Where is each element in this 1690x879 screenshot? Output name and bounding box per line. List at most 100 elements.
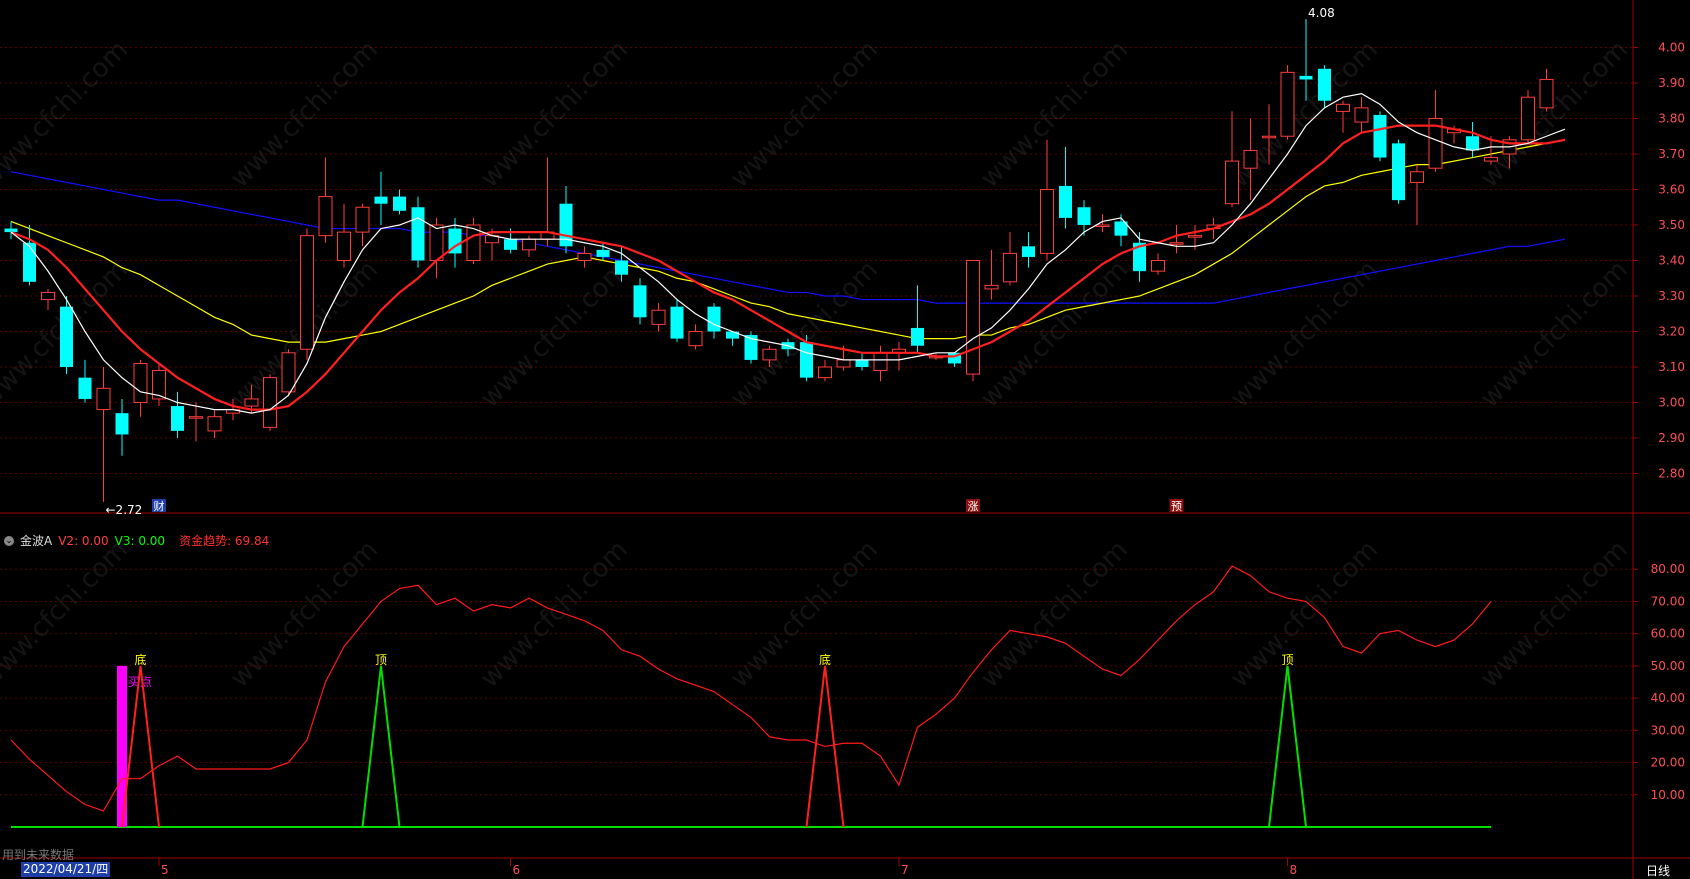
candle-body-up [1003, 252, 1017, 283]
candle-body-up [1354, 107, 1369, 123]
candle-body-up [429, 224, 444, 261]
candle-body-up [873, 352, 888, 372]
signal-label: 顶 [1281, 653, 1293, 667]
candle-body-up [337, 231, 351, 262]
indicator-v3: V3: 0.00 [114, 533, 166, 548]
future-data-note: 用到未来数据 [2, 848, 75, 862]
candle-body-down [633, 285, 647, 318]
candle-body-up [41, 291, 55, 301]
cursor-date: 2022/04/21/四 [21, 862, 111, 877]
candle-body-down [23, 242, 36, 282]
candle-body-up [836, 359, 851, 368]
price-tick-label: 3.70 [1658, 147, 1685, 161]
indicator-tick-label: 30.00 [1651, 723, 1685, 737]
candle-body-up [966, 260, 980, 375]
x-tick-label: 8 [1290, 863, 1298, 877]
candle-body-up [1225, 160, 1239, 205]
candle-body-down [78, 377, 92, 399]
price-tick-label: 3.10 [1658, 360, 1685, 374]
period-label[interactable]: 日线 [1646, 862, 1670, 879]
indicator-tick-label: 50.00 [1651, 659, 1685, 673]
candle-body-down [60, 306, 73, 367]
candle-body-down [171, 406, 184, 431]
candle-body-up [688, 331, 703, 347]
indicator-name: 金波A [20, 534, 53, 548]
candle-body-up [189, 416, 203, 419]
collapse-icon[interactable]: ⌄ [4, 535, 14, 546]
candle-body-up [1262, 135, 1276, 139]
candle-body-up [1040, 189, 1054, 254]
price-tick-label: 3.50 [1658, 218, 1685, 232]
candle-body-up [1484, 157, 1498, 162]
indicator-tick-label: 60.00 [1651, 627, 1685, 641]
candle-body-up [133, 362, 148, 404]
x-tick-label: 6 [513, 863, 521, 877]
indicator-tick-label: 80.00 [1651, 562, 1685, 576]
candle-body-up [1521, 96, 1535, 141]
candle-body-down [1373, 114, 1387, 158]
indicator-tick-label: 70.00 [1651, 594, 1685, 608]
candle-body-up [522, 238, 536, 251]
candle-body-down [670, 306, 684, 339]
indicator-tick-label: 40.00 [1651, 691, 1685, 705]
price-extreme-label: ←2.72 [106, 503, 143, 517]
candle-body-down [615, 260, 628, 275]
candle-body-up [984, 284, 999, 290]
candle-body-down [393, 196, 406, 211]
candle-body-down [800, 342, 813, 378]
stock-chart[interactable]: 2.80 2.90 3.00 3.10 3.20 3.30 3.40 3.50 3.60 3.70… [0, 0, 1690, 879]
candle-body-up [1243, 149, 1258, 169]
candle-body-up [281, 352, 296, 393]
candle-body-up [1280, 71, 1295, 137]
price-tick-label: 2.90 [1658, 431, 1685, 445]
candle-body-up [1410, 171, 1424, 183]
candle-body-down [726, 331, 739, 339]
candle-body-down [1022, 246, 1035, 257]
candle-body-up [244, 398, 259, 407]
candle-body-up [1151, 260, 1165, 272]
price-tick-label: 3.30 [1658, 289, 1685, 303]
candle-body-up [207, 416, 222, 432]
candle-body-up [355, 206, 370, 233]
candle-body-down [1466, 136, 1479, 151]
candle-body-down [4, 228, 18, 233]
candle-body-down [1299, 75, 1313, 80]
price-tick-label: 4.00 [1658, 41, 1685, 55]
candle-body-down [596, 249, 610, 257]
candle-body-down [115, 413, 129, 435]
candle-body-down [855, 359, 869, 367]
indicator-v2: V2: 0.00 [58, 533, 109, 548]
candle-body-down [411, 207, 425, 261]
price-tick-label: 3.00 [1658, 396, 1685, 410]
indicator-tick-label: 20.00 [1651, 756, 1685, 770]
candle-body-up [818, 366, 832, 379]
candle-body-down [707, 306, 721, 332]
candle-body-down [374, 196, 388, 204]
event-marker: 涨 [968, 500, 979, 513]
signal-label: 顶 [375, 653, 387, 667]
candle-body-up [318, 196, 333, 237]
candle-body-up [1336, 103, 1350, 112]
x-tick-label: 5 [161, 863, 169, 877]
candle-body-up [1188, 235, 1202, 238]
candle-body-down [1077, 207, 1091, 225]
candle-body-up [96, 387, 111, 411]
candle-body-up [762, 348, 777, 361]
signal-label: 底 [134, 652, 146, 667]
candle-body-up [1095, 224, 1110, 227]
x-tick-label: 7 [901, 863, 909, 877]
candle-body-down [504, 239, 517, 250]
candle-body-up [300, 235, 314, 350]
price-tick-label: 3.40 [1658, 254, 1685, 268]
event-marker: 预 [1171, 500, 1182, 513]
indicator-header: ⌄ 金波A V2: 0.00 V3: 0.00 资金趋势: 69.84 [4, 532, 269, 549]
event-marker: 财 [154, 499, 165, 513]
candle-body-down [1059, 185, 1072, 218]
candle-body-up [263, 377, 277, 428]
price-tick-label: 3.80 [1658, 112, 1685, 126]
indicator-trend: 资金趋势: 69.84 [179, 534, 270, 548]
price-extreme-label: 4.08 [1308, 6, 1335, 20]
candle-body-down [1392, 143, 1405, 201]
candle-body-up [577, 252, 592, 261]
signal-label: 底 [819, 652, 831, 667]
